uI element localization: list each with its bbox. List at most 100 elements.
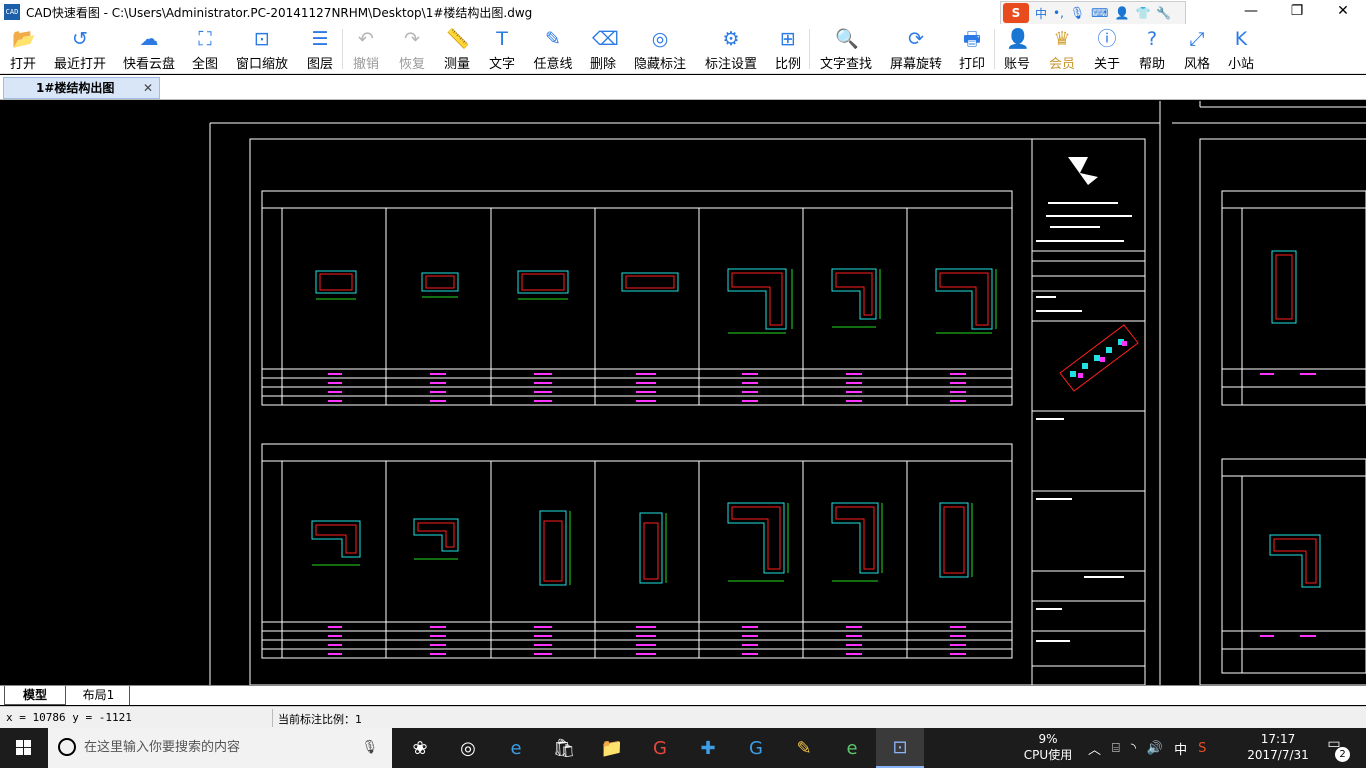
open-button[interactable]: 📂 打开	[0, 24, 46, 74]
help-icon: ?	[1146, 28, 1158, 50]
text-icon: T	[496, 28, 508, 50]
account-button[interactable]: 👤 账号	[995, 24, 1039, 74]
history-icon: ↺	[72, 28, 88, 50]
wifi-icon[interactable]: ◝	[1131, 741, 1136, 756]
undo-button[interactable]: ↶ 撤销	[343, 24, 389, 74]
cpu-meter: 9% CPU使用	[1020, 731, 1076, 763]
undo-icon: ↶	[358, 28, 374, 50]
print-button[interactable]: 🖶 打印	[950, 24, 994, 74]
browser-swirl-icon[interactable]: ◎	[444, 728, 492, 768]
redo-button[interactable]: ↷ 恢复	[389, 24, 435, 74]
search-placeholder: 在这里输入你要搜索的内容	[84, 740, 241, 755]
taskbar-apps: ❀ ◎ e 🛍 📁 G ✚ G ✎ e ⊡	[396, 728, 924, 768]
ime-indicator[interactable]: 中	[1174, 739, 1187, 758]
full-view-button[interactable]: ⛶ 全图	[184, 24, 226, 74]
action-center-icon[interactable]: ▭ 2	[1322, 736, 1350, 762]
chevron-up-icon[interactable]: ︿	[1088, 739, 1101, 758]
edge-icon[interactable]: e	[492, 728, 540, 768]
window-zoom-button[interactable]: ⊡ 窗口缩放	[226, 24, 298, 74]
close-icon[interactable]: ✕	[143, 78, 153, 98]
cpu-percent: 9%	[1038, 732, 1058, 746]
remote-app-icon[interactable]: ✚	[684, 728, 732, 768]
help-label: 帮助	[1138, 57, 1165, 72]
eraser-icon: ⌫	[592, 28, 619, 50]
recent-label: 最近打开	[53, 57, 106, 72]
network-icon[interactable]: ⌸	[1112, 741, 1120, 756]
microphone-icon[interactable]: 🎙	[1070, 6, 1085, 20]
app-logo-icon: CAD	[4, 4, 20, 20]
ratio-label: 比例	[774, 57, 801, 72]
drawing-canvas[interactable]	[0, 101, 1366, 685]
wrench-icon[interactable]: 🔧	[1156, 6, 1171, 20]
clock-time: 17:17	[1260, 732, 1296, 746]
sogou-logo-icon[interactable]: S	[1003, 3, 1029, 23]
hide-annotation-button[interactable]: ◎ 隐藏标注	[625, 24, 695, 74]
tab-document[interactable]: 1#楼结构出图 ✕	[3, 77, 160, 99]
user-icon[interactable]: 👤	[1114, 6, 1129, 20]
style-button[interactable]: ⤢ 风格	[1175, 24, 1219, 74]
sogou-tray-icon[interactable]: S	[1198, 741, 1206, 756]
recent-button[interactable]: ↺ 最近打开	[46, 24, 114, 74]
account-label: 账号	[1003, 57, 1030, 72]
text-search-button[interactable]: 🔍 文字查找	[810, 24, 882, 74]
clock-date: 2017/7/31	[1247, 748, 1309, 762]
info-icon: ⓘ	[1097, 28, 1117, 50]
taskbar-search[interactable]: 在这里输入你要搜索的内容 🎙	[48, 728, 392, 768]
layout-tabs: 模型 布局1	[0, 685, 1366, 705]
ime-punct[interactable]: •,	[1053, 6, 1064, 20]
notification-count: 2	[1335, 747, 1350, 762]
shirt-icon[interactable]: 👕	[1135, 6, 1150, 20]
right-sheet-details	[1260, 250, 1321, 637]
annotation-settings-button[interactable]: ⚙ 标注设置	[695, 24, 767, 74]
status-divider	[272, 709, 273, 727]
style-icon: ⤢	[1189, 28, 1205, 50]
layers-button[interactable]: ☰ 图层	[298, 24, 342, 74]
system-tray: ︿ ⌸ ◝ 🔊 中 S	[1088, 728, 1206, 768]
mini-site-button[interactable]: K 小站	[1219, 24, 1263, 74]
close-button[interactable]: ✕	[1320, 0, 1366, 24]
ruler-icon: 📏	[446, 28, 470, 50]
window-title: CAD快速看图 - C:\Users\Administrator.PC-2014…	[26, 5, 533, 20]
ie-browser-icon[interactable]: e	[828, 728, 876, 768]
layers-icon: ☰	[311, 28, 329, 50]
about-button[interactable]: ⓘ 关于	[1085, 24, 1129, 74]
start-button[interactable]	[0, 728, 48, 768]
security-app-icon[interactable]: G	[636, 728, 684, 768]
task-view-icon[interactable]: ❀	[396, 728, 444, 768]
print-label: 打印	[958, 57, 985, 72]
text-search-label: 文字查找	[819, 57, 872, 72]
cloud-button[interactable]: ☁ 快看云盘	[114, 24, 184, 74]
cursor-coordinates: x = 10786 y = -1121	[6, 711, 132, 724]
section-details-bottom	[311, 502, 973, 586]
keyboard-icon[interactable]: ⌨	[1091, 6, 1108, 20]
volume-icon[interactable]: 🔊	[1147, 741, 1163, 756]
ime-mode[interactable]: 中	[1035, 5, 1047, 22]
delete-button[interactable]: ⌫ 删除	[581, 24, 625, 74]
title-block-marks	[1036, 157, 1139, 642]
tab-model[interactable]: 模型	[4, 686, 66, 705]
eye-off-icon: ◎	[651, 28, 669, 50]
fit-screen-icon: ⛶	[198, 28, 212, 50]
tab-layout1[interactable]: 布局1	[68, 686, 130, 705]
cad-app-icon[interactable]: ⊡	[876, 728, 924, 768]
k-logo-icon: K	[1234, 28, 1248, 50]
freeline-button[interactable]: ✎ 任意线	[525, 24, 581, 74]
account-icon: 👤	[1006, 28, 1030, 50]
ime-toolbar[interactable]: S 中 •, 🎙 ⌨ 👤 👕 🔧	[1000, 1, 1186, 25]
member-button[interactable]: ♛ 会员	[1039, 24, 1085, 74]
chrome-style-icon[interactable]: G	[732, 728, 780, 768]
about-label: 关于	[1093, 57, 1120, 72]
maximize-button[interactable]: ❐	[1274, 0, 1320, 24]
text-button[interactable]: T 文字	[479, 24, 525, 74]
measure-button[interactable]: 📏 测量	[435, 24, 479, 74]
ratio-button[interactable]: ⊞ 比例	[767, 24, 809, 74]
minimize-button[interactable]: —	[1228, 0, 1274, 24]
annotation-scale: 当前标注比例：1	[278, 713, 362, 726]
store-icon[interactable]: 🛍	[540, 728, 588, 768]
microphone-icon[interactable]: 🎙	[361, 728, 378, 768]
notes-app-icon[interactable]: ✎	[780, 728, 828, 768]
clock[interactable]: 17:17 2017/7/31	[1238, 731, 1318, 763]
help-button[interactable]: ? 帮助	[1129, 24, 1175, 74]
file-explorer-icon[interactable]: 📁	[588, 728, 636, 768]
screen-rotate-button[interactable]: ⟳ 屏幕旋转	[882, 24, 950, 74]
